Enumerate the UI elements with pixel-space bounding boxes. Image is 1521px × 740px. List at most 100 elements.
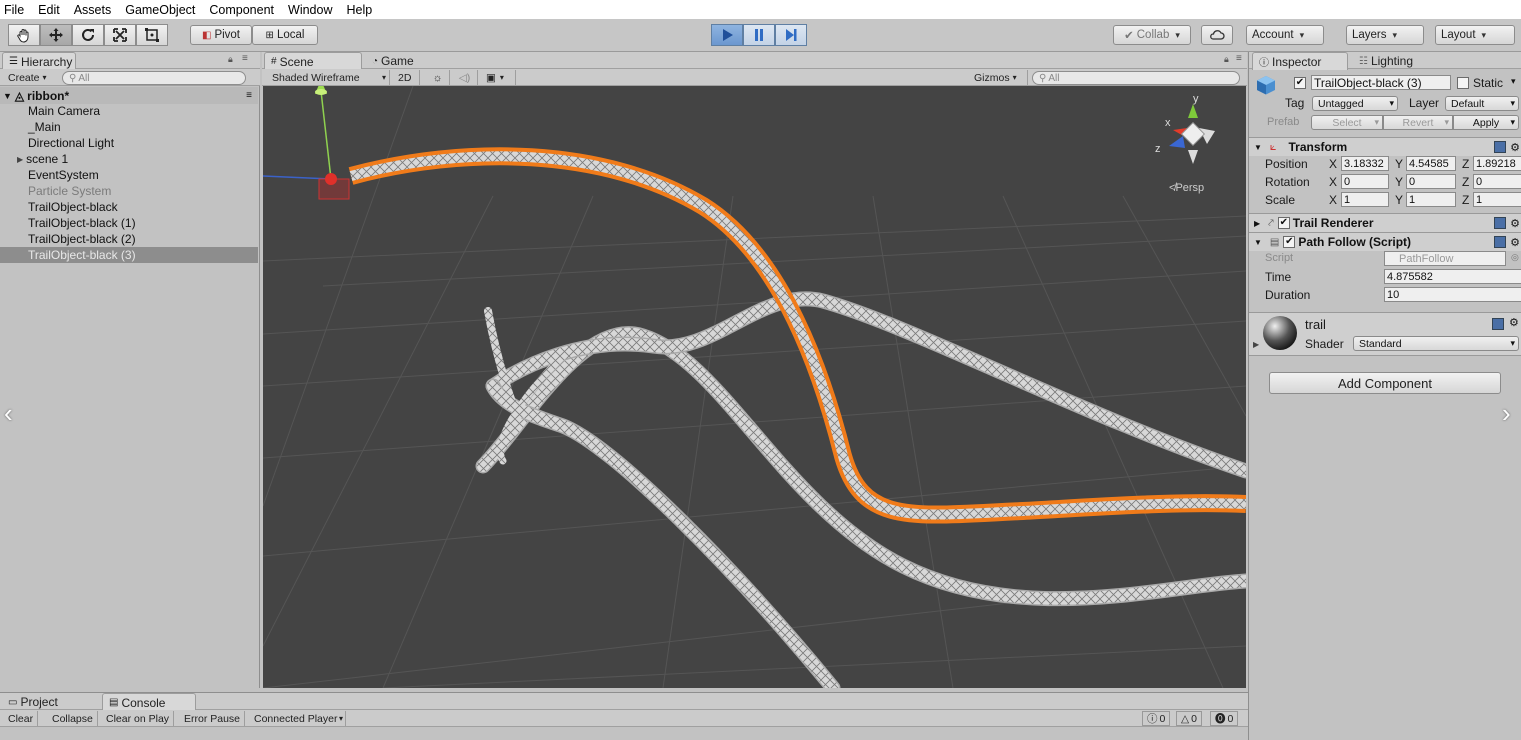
scene-effects-dropdown[interactable]: ▣ ▾ <box>482 70 516 85</box>
cloud-button[interactable] <box>1201 25 1233 45</box>
hierarchy-item-trail-0[interactable]: TrailObject-black <box>0 199 258 215</box>
tab-hierarchy[interactable]: ☰ Hierarchy <box>2 52 76 70</box>
scene-root-row[interactable]: ▼ ◬ ribbon* ≡ <box>0 87 258 104</box>
tab-inspector[interactable]: ⓘ Inspector <box>1252 52 1348 70</box>
prefab-revert-button[interactable]: Revert <box>1383 115 1453 130</box>
menu-help[interactable]: Help <box>346 3 372 17</box>
tab-game[interactable]: ◔ Game <box>366 52 420 70</box>
hierarchy-item-main[interactable]: _Main <box>0 119 258 135</box>
help-book-icon[interactable] <box>1494 141 1506 153</box>
collab-dropdown[interactable]: ✔ Collab <box>1113 25 1191 45</box>
hierarchy-search-input[interactable]: ⚲ All <box>62 71 246 85</box>
warning-count-toggle[interactable]: △ 0 <box>1176 711 1202 726</box>
info-count-toggle[interactable]: ⓘ 0 <box>1142 711 1171 726</box>
help-book-icon[interactable] <box>1492 318 1504 330</box>
scale-x-field[interactable]: 1 <box>1341 192 1389 207</box>
material-expand-icon[interactable]: ▶ <box>1253 340 1259 349</box>
account-dropdown[interactable]: Account <box>1246 25 1324 45</box>
create-dropdown[interactable]: Create ▾ <box>4 70 51 85</box>
persp-label[interactable]: ≮Persp <box>1169 182 1204 194</box>
tab-project[interactable]: ▭ Project <box>2 693 64 711</box>
menu-assets[interactable]: Assets <box>74 3 112 17</box>
gear-icon[interactable]: ⚙ <box>1510 141 1520 154</box>
rotation-z-field[interactable]: 0 <box>1473 174 1521 189</box>
tab-lighting[interactable]: ☷ Lighting <box>1353 52 1419 70</box>
time-field[interactable]: 4.875582 <box>1384 269 1521 284</box>
hand-tool-button[interactable] <box>8 24 40 46</box>
move-gizmo[interactable] <box>263 86 350 200</box>
hierarchy-item-eventsystem[interactable]: EventSystem <box>0 167 258 183</box>
menu-edit[interactable]: Edit <box>38 3 60 17</box>
hierarchy-item-scene1[interactable]: ▶ scene 1 <box>0 151 258 167</box>
prefab-select-button[interactable]: Select <box>1311 115 1383 130</box>
add-component-button[interactable]: Add Component <box>1269 372 1501 394</box>
hierarchy-item-directional-light[interactable]: Directional Light <box>0 135 258 151</box>
trail-renderer-header[interactable]: ▶ ⤤ ✔ Trail Renderer ⚙ <box>1249 213 1521 232</box>
help-book-icon[interactable] <box>1494 217 1506 229</box>
static-checkbox[interactable] <box>1457 77 1469 89</box>
path-follow-header[interactable]: ▼ ▤ ✔ Path Follow (Script) ⚙ <box>1249 232 1521 251</box>
gear-icon[interactable]: ⚙ <box>1509 316 1519 329</box>
step-button[interactable] <box>775 24 807 46</box>
scene-panel-menu-icon[interactable]: ≡ <box>1236 53 1242 64</box>
position-z-field[interactable]: 1.89218 <box>1473 156 1521 171</box>
menu-file[interactable]: File <box>4 3 24 17</box>
console-clear-button[interactable]: Clear <box>4 711 39 726</box>
path-follow-enabled-checkbox[interactable]: ✔ <box>1283 236 1296 248</box>
hierarchy-item-trail-2[interactable]: TrailObject-black (2) <box>0 231 258 247</box>
hierarchy-item-trail-1[interactable]: TrailObject-black (1) <box>0 215 258 231</box>
duration-field[interactable]: 10 <box>1384 287 1521 302</box>
collapse-arrow-icon[interactable]: ▶ <box>17 155 23 164</box>
layout-dropdown[interactable]: Layout <box>1435 25 1515 45</box>
shader-dropdown[interactable]: Standard <box>1353 336 1519 351</box>
console-collapse-button[interactable]: Collapse <box>48 711 98 726</box>
scale-y-field[interactable]: 1 <box>1406 192 1456 207</box>
connected-player-dropdown[interactable]: Connected Player ▾ <box>250 711 346 726</box>
object-name-field[interactable]: TrailObject-black (3) <box>1311 75 1451 90</box>
hierarchy-item-main-camera[interactable]: Main Camera <box>0 103 258 119</box>
2d-toggle[interactable]: 2D <box>394 70 420 85</box>
layer-dropdown[interactable]: Default <box>1445 96 1519 111</box>
pivot-toggle[interactable]: ◧ Pivot <box>190 25 252 45</box>
menu-window[interactable]: Window <box>288 3 332 17</box>
active-checkbox[interactable]: ✔ <box>1294 77 1306 89</box>
tab-console[interactable]: ▤ Console <box>102 693 196 711</box>
scale-tool-button[interactable] <box>104 24 136 46</box>
error-count-toggle[interactable]: ⓿0 <box>1210 711 1239 726</box>
panel-menu-icon[interactable]: ≡ <box>242 53 248 64</box>
chevron-left-icon[interactable]: ‹ <box>4 398 13 429</box>
menu-component[interactable]: Component <box>209 3 274 17</box>
console-clear-on-play-button[interactable]: Clear on Play <box>102 711 175 726</box>
rect-tool-button[interactable] <box>136 24 168 46</box>
move-tool-button[interactable] <box>40 24 72 46</box>
scene-menu-icon[interactable]: ≡ <box>246 90 252 101</box>
tab-scene[interactable]: # Scene <box>264 52 362 70</box>
chevron-right-icon[interactable]: › <box>1502 398 1511 429</box>
layers-dropdown[interactable]: Layers <box>1346 25 1424 45</box>
menu-gameobject[interactable]: GameObject <box>125 3 195 17</box>
rotation-x-field[interactable]: 0 <box>1341 174 1389 189</box>
rotation-y-field[interactable]: 0 <box>1406 174 1456 189</box>
transform-header[interactable]: ▼ ⟀ Transform ⚙ <box>1249 137 1521 156</box>
hierarchy-item-particle-system[interactable]: Particle System <box>0 183 258 199</box>
prefab-apply-button[interactable]: Apply <box>1453 115 1519 130</box>
hierarchy-item-trail-3[interactable]: TrailObject-black (3) <box>0 247 258 263</box>
static-chevron-down-icon[interactable]: ▾ <box>1511 76 1516 87</box>
lock-icon[interactable]: 🔒︎ <box>228 54 233 65</box>
scene-audio-toggle[interactable]: ◁) <box>452 70 478 85</box>
gear-icon[interactable]: ⚙ <box>1510 236 1520 249</box>
rotate-tool-button[interactable] <box>72 24 104 46</box>
scene-search-input[interactable]: ⚲ All <box>1032 71 1240 85</box>
orientation-gizmo[interactable] <box>1169 104 1215 164</box>
object-picker-icon[interactable]: ◎ <box>1511 252 1519 263</box>
position-x-field[interactable]: 3.18332 <box>1341 156 1389 171</box>
play-button[interactable] <box>711 24 743 46</box>
scale-z-field[interactable]: 1 <box>1473 192 1521 207</box>
gizmos-dropdown[interactable]: Gizmos ▾ <box>970 70 1028 85</box>
help-book-icon[interactable] <box>1494 236 1506 248</box>
draw-mode-dropdown[interactable]: Shaded Wireframe ▾ <box>268 70 390 85</box>
position-y-field[interactable]: 4.54585 <box>1406 156 1456 171</box>
scene-lock-icon[interactable]: 🔒︎ <box>1224 54 1229 65</box>
scene-lighting-toggle[interactable]: ☼ <box>426 70 450 85</box>
trail-renderer-enabled-checkbox[interactable]: ✔ <box>1277 217 1290 229</box>
